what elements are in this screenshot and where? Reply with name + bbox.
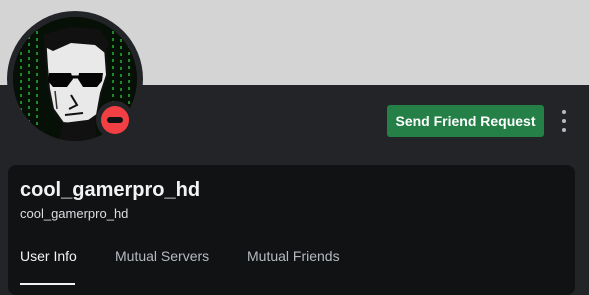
dot [562,110,566,114]
do-not-disturb-status-icon [101,106,129,134]
dot [562,119,566,123]
more-options-icon[interactable] [553,106,575,136]
tab-user-info[interactable]: User Info [20,247,77,265]
display-name: cool_gamerpro_hd [20,179,201,201]
tab-mutual-friends[interactable]: Mutual Friends [247,247,340,265]
active-tab-indicator [20,283,75,285]
send-friend-request-button[interactable]: Send Friend Request [387,105,544,137]
tab-mutual-servers[interactable]: Mutual Servers [115,247,209,265]
dot [562,128,566,132]
username: cool_gamerpro_hd [20,206,129,221]
